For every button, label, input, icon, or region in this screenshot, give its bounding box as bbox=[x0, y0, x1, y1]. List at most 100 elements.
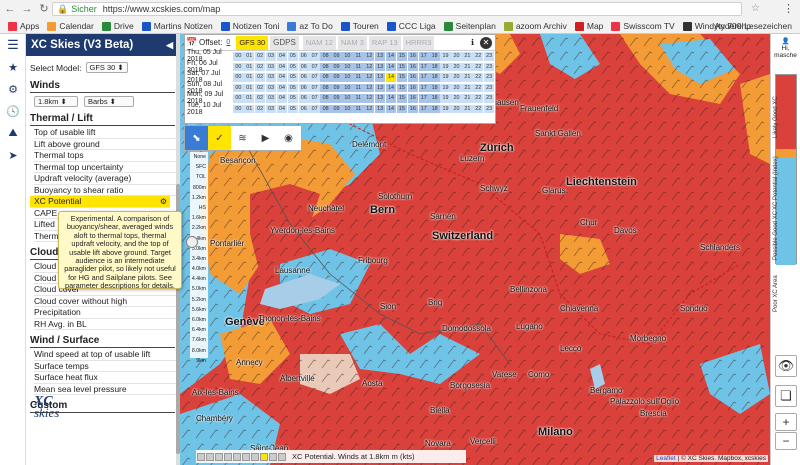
layers-icon[interactable]: ❏ bbox=[775, 385, 797, 407]
clock-icon[interactable]: 🕓 bbox=[0, 100, 26, 122]
hour-cell[interactable]: 04 bbox=[276, 104, 288, 113]
hour-cell[interactable]: 15 bbox=[396, 62, 408, 71]
hour-cell[interactable]: 21 bbox=[462, 73, 473, 82]
place-label[interactable]: Bellinzona bbox=[510, 285, 547, 294]
place-label[interactable]: Palazzolo sull'Oglio bbox=[610, 397, 679, 406]
hour-cell[interactable]: 19 bbox=[440, 52, 451, 61]
hour-cell[interactable]: 18 bbox=[429, 52, 440, 61]
bookmark-star-icon[interactable]: ☆ bbox=[751, 3, 760, 14]
hour-cell[interactable]: 10 bbox=[342, 73, 353, 82]
level-label[interactable]: 8.0km bbox=[190, 346, 206, 356]
swatch[interactable] bbox=[233, 452, 241, 461]
hour-cell[interactable]: 18 bbox=[429, 104, 440, 113]
hour-cell[interactable]: 17 bbox=[418, 62, 429, 71]
calendar-icon[interactable]: 📅 bbox=[185, 37, 199, 48]
hour-cell[interactable]: 11 bbox=[353, 62, 364, 71]
place-label[interactable]: Sankt Gallen bbox=[535, 129, 581, 138]
eye-icon[interactable]: 👁 bbox=[775, 355, 797, 377]
place-label[interactable]: Schlanders bbox=[700, 243, 740, 252]
offset-value[interactable]: 0 bbox=[226, 39, 230, 46]
hour-cell[interactable]: 18 bbox=[429, 62, 440, 71]
level-slider-handle[interactable] bbox=[186, 236, 198, 248]
hour-cell[interactable]: 00 bbox=[233, 83, 244, 92]
hour-cell[interactable]: 16 bbox=[407, 62, 419, 71]
place-label[interactable]: Davos bbox=[614, 226, 637, 235]
hour-cell[interactable]: 19 bbox=[440, 104, 451, 113]
hour-cell[interactable]: 12 bbox=[364, 62, 375, 71]
level-label[interactable]: 4.0km bbox=[190, 264, 206, 274]
wind-tool-icon[interactable]: ⬊ bbox=[185, 126, 208, 150]
hour-cell[interactable]: 17 bbox=[418, 52, 429, 61]
hour-cell[interactable]: 05 bbox=[287, 104, 299, 113]
place-label[interactable]: Glarus bbox=[542, 186, 566, 195]
place-label[interactable]: Lugano bbox=[516, 322, 543, 331]
model-select[interactable]: GFS 30 ⬍ bbox=[85, 62, 128, 73]
place-label[interactable]: Schwyz bbox=[480, 184, 508, 193]
hour-cell[interactable]: 03 bbox=[265, 83, 277, 92]
place-label[interactable]: Delémont bbox=[352, 140, 386, 149]
place-label[interactable]: Zürich bbox=[480, 142, 514, 154]
hour-cell[interactable]: 07 bbox=[309, 104, 320, 113]
target-icon[interactable]: ◉ bbox=[277, 126, 300, 150]
wind-style-select[interactable]: Barbs ⬍ bbox=[84, 95, 134, 107]
hour-cell[interactable]: 21 bbox=[462, 104, 473, 113]
hour-cell[interactable]: 17 bbox=[418, 104, 429, 113]
hour-cell[interactable]: 20 bbox=[451, 73, 462, 82]
place-label[interactable]: Novara bbox=[425, 439, 451, 448]
place-label[interactable]: Lecco bbox=[560, 344, 581, 353]
profile-icon[interactable]: ⛰ bbox=[0, 122, 26, 144]
bookmark-item[interactable]: Swisscom TV bbox=[611, 21, 675, 31]
hour-cell[interactable]: 12 bbox=[364, 73, 375, 82]
bookmark-item[interactable]: Drive bbox=[101, 21, 134, 31]
hour-cell[interactable]: 18 bbox=[429, 94, 440, 103]
parameter-item[interactable]: Wind speed at top of usable lift bbox=[34, 349, 179, 361]
hour-cell[interactable]: 08 bbox=[320, 73, 331, 82]
hour-cell[interactable]: 00 bbox=[233, 62, 244, 71]
place-label[interactable]: Borgosesia bbox=[450, 381, 490, 390]
hour-cell[interactable]: 14 bbox=[385, 94, 397, 103]
place-label[interactable]: Fribourg bbox=[358, 256, 388, 265]
hour-cell[interactable]: 06 bbox=[298, 94, 309, 103]
model-tab[interactable]: HRRR3 bbox=[402, 35, 435, 50]
hour-cell[interactable]: 23 bbox=[483, 104, 495, 113]
place-label[interactable]: Biella bbox=[430, 406, 450, 415]
swatch[interactable] bbox=[206, 452, 214, 461]
place-label[interactable]: Aix-les-Bains bbox=[192, 388, 239, 397]
model-tab[interactable]: NAM 3 bbox=[337, 35, 367, 50]
place-label[interactable]: Sondrio bbox=[680, 304, 708, 313]
hour-cell[interactable]: 13 bbox=[374, 73, 386, 82]
place-label[interactable]: Bergamo bbox=[590, 386, 622, 395]
model-tab[interactable]: RAP 13 bbox=[368, 35, 401, 50]
parameter-item[interactable]: Mean sea level pressure bbox=[34, 384, 179, 395]
hour-cell[interactable]: 07 bbox=[309, 52, 320, 61]
level-label[interactable]: 5.0km bbox=[190, 284, 206, 294]
swatch[interactable] bbox=[242, 452, 250, 461]
place-label[interactable]: Vercelli bbox=[470, 437, 496, 446]
parameter-item[interactable]: Surface temps bbox=[34, 361, 179, 372]
place-label[interactable]: Morbegno bbox=[630, 334, 666, 343]
place-label[interactable]: Brig bbox=[428, 298, 442, 307]
lines-icon[interactable]: ≋ bbox=[231, 126, 254, 150]
hour-cell[interactable]: 02 bbox=[254, 83, 266, 92]
place-label[interactable]: Besançon bbox=[220, 156, 256, 165]
hour-cell[interactable]: 07 bbox=[309, 83, 320, 92]
hour-cell[interactable]: 11 bbox=[353, 94, 364, 103]
hour-cell[interactable]: 01 bbox=[244, 94, 255, 103]
hour-cell[interactable]: 09 bbox=[331, 73, 342, 82]
swatch[interactable] bbox=[224, 452, 232, 461]
browser-menu-icon[interactable]: ⋮ bbox=[783, 2, 794, 15]
hour-cell[interactable]: 21 bbox=[462, 94, 473, 103]
hour-cell[interactable]: 01 bbox=[244, 83, 255, 92]
hour-cell[interactable]: 20 bbox=[451, 104, 462, 113]
hour-cell[interactable]: 07 bbox=[309, 94, 320, 103]
hour-cell[interactable]: 08 bbox=[320, 104, 331, 113]
hour-cell[interactable]: 10 bbox=[342, 83, 353, 92]
hour-cell[interactable]: 08 bbox=[320, 94, 331, 103]
hour-cell[interactable]: 04 bbox=[276, 73, 288, 82]
place-label[interactable]: Thonon-les-Bains bbox=[258, 314, 321, 323]
collapse-panel-icon[interactable]: ◀ bbox=[166, 40, 173, 51]
address-bar[interactable]: 🔒 Sicher https://www.xcskies.com/map bbox=[52, 2, 742, 16]
hour-cell[interactable]: 09 bbox=[331, 62, 342, 71]
hour-cell[interactable]: 02 bbox=[254, 104, 266, 113]
hour-cell[interactable]: 08 bbox=[320, 62, 331, 71]
